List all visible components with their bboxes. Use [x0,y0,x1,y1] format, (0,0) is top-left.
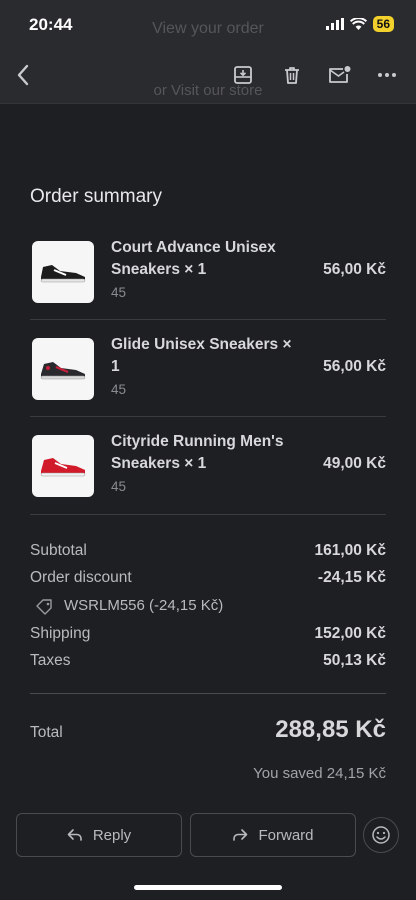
wifi-icon [349,18,367,30]
product-image[interactable] [32,241,94,303]
order-item: Glide Unisex Sneakers × 1 45 56,00 Kč [30,330,386,427]
shipping-row: Shipping 152,00 Kč [30,625,386,647]
smiley-icon [372,826,390,844]
taxes-row: Taxes 50,13 Kč [30,652,386,674]
item-divider [30,514,386,515]
tag-icon [36,599,52,615]
mail-unread-icon [329,66,351,83]
reply-button[interactable]: Reply [16,813,182,857]
status-time: 20:44 [29,15,73,34]
total-label: Total [30,724,63,741]
shipping-label: Shipping [30,625,91,642]
order-item: Cityride Running Men's Sneakers × 1 45 4… [30,427,386,524]
archive-icon [234,66,252,84]
signal-icon [325,18,344,30]
more-icon [378,73,396,77]
product-name[interactable]: Cityride Running Men's Sneakers × 1 [111,431,301,475]
discount-value: -24,15 Kč [317,569,386,586]
reply-icon [67,829,82,841]
product-size: 45 [111,382,127,397]
sneaker-icon [40,458,86,477]
product-size: 45 [111,479,127,494]
product-price: 56,00 Kč [323,358,386,375]
home-indicator[interactable] [134,885,282,890]
delete-button[interactable] [279,62,305,88]
trash-icon [285,67,299,84]
discount-code: WSRLM556 (-24,15 Kč) [64,597,224,614]
taxes-value: 50,13 Kč [323,652,386,669]
more-button[interactable] [374,62,400,88]
sneaker-icon [40,265,86,283]
product-price: 56,00 Kč [323,261,386,278]
product-name[interactable]: Glide Unisex Sneakers × 1 [111,334,301,378]
reply-label: Reply [92,826,132,844]
item-divider [30,416,386,417]
order-summary-title: Order summary [30,186,162,207]
forward-icon [233,829,248,841]
mark-unread-button[interactable] [327,62,353,88]
product-size: 45 [111,285,127,300]
subtotal-value: 161,00 Kč [314,542,386,559]
total-divider [30,693,386,694]
subtotal-row: Subtotal 161,00 Kč [30,542,386,564]
forward-label: Forward [258,826,314,844]
product-image[interactable] [32,338,94,400]
total-value: 288,85 Kč [275,716,386,743]
mail-toolbar [0,48,416,104]
savings-text: You saved 24,15 Kč [253,765,386,782]
back-button[interactable] [10,62,36,88]
item-divider [30,319,386,320]
subtotal-label: Subtotal [30,542,87,559]
product-image[interactable] [32,435,94,497]
order-item: Court Advance Unisex Sneakers × 1 45 56,… [30,233,386,330]
sneaker-icon [40,362,86,380]
product-price: 49,00 Kč [323,455,386,472]
product-name[interactable]: Court Advance Unisex Sneakers × 1 [111,237,301,281]
forward-button[interactable]: Forward [190,813,356,857]
chevron-left-icon [17,64,29,86]
taxes-label: Taxes [30,652,71,669]
emoji-reaction-button[interactable] [363,817,399,853]
discount-label: Order discount [30,569,132,586]
email-body: Order summary Court Advance Unisex Sneak… [0,104,416,900]
battery-level: 56 [372,16,394,32]
status-indicators: 56 [325,16,394,32]
discount-code-row: WSRLM556 (-24,15 Kč) [30,597,386,619]
discount-row: Order discount -24,15 Kč [30,569,386,591]
archive-button[interactable] [230,62,256,88]
status-bar: 20:44 56 [0,0,416,48]
shipping-value: 152,00 Kč [314,625,386,642]
